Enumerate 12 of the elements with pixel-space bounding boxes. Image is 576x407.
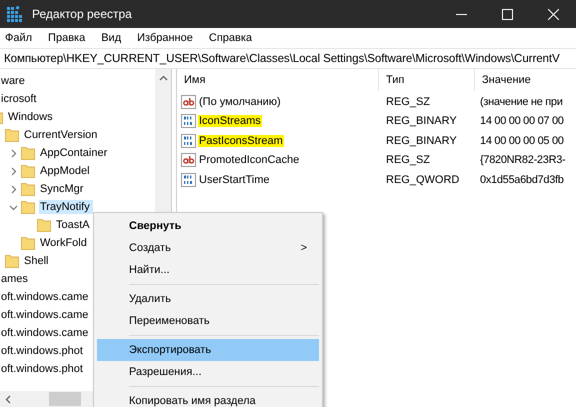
- value-data: {7820NR82-23R3-: [479, 154, 566, 166]
- value-type: REG_QWORD: [385, 174, 460, 186]
- value-data: (значение не при: [479, 96, 564, 108]
- value-type: REG_BINARY: [385, 134, 458, 147]
- value-type: REG_SZ: [385, 96, 432, 108]
- submenu-arrow: >: [300, 242, 307, 254]
- value-data: 0x1d55a6bd7d3fb: [479, 174, 565, 186]
- value-type: REG_SZ: [385, 154, 432, 166]
- window-title: Редактор реестра: [32, 7, 132, 21]
- value-data: 14 00 00 00 05 00: [479, 134, 565, 147]
- value-data: 14 00 00 00 07 00: [479, 115, 565, 128]
- value-type: REG_BINARY: [385, 115, 458, 128]
